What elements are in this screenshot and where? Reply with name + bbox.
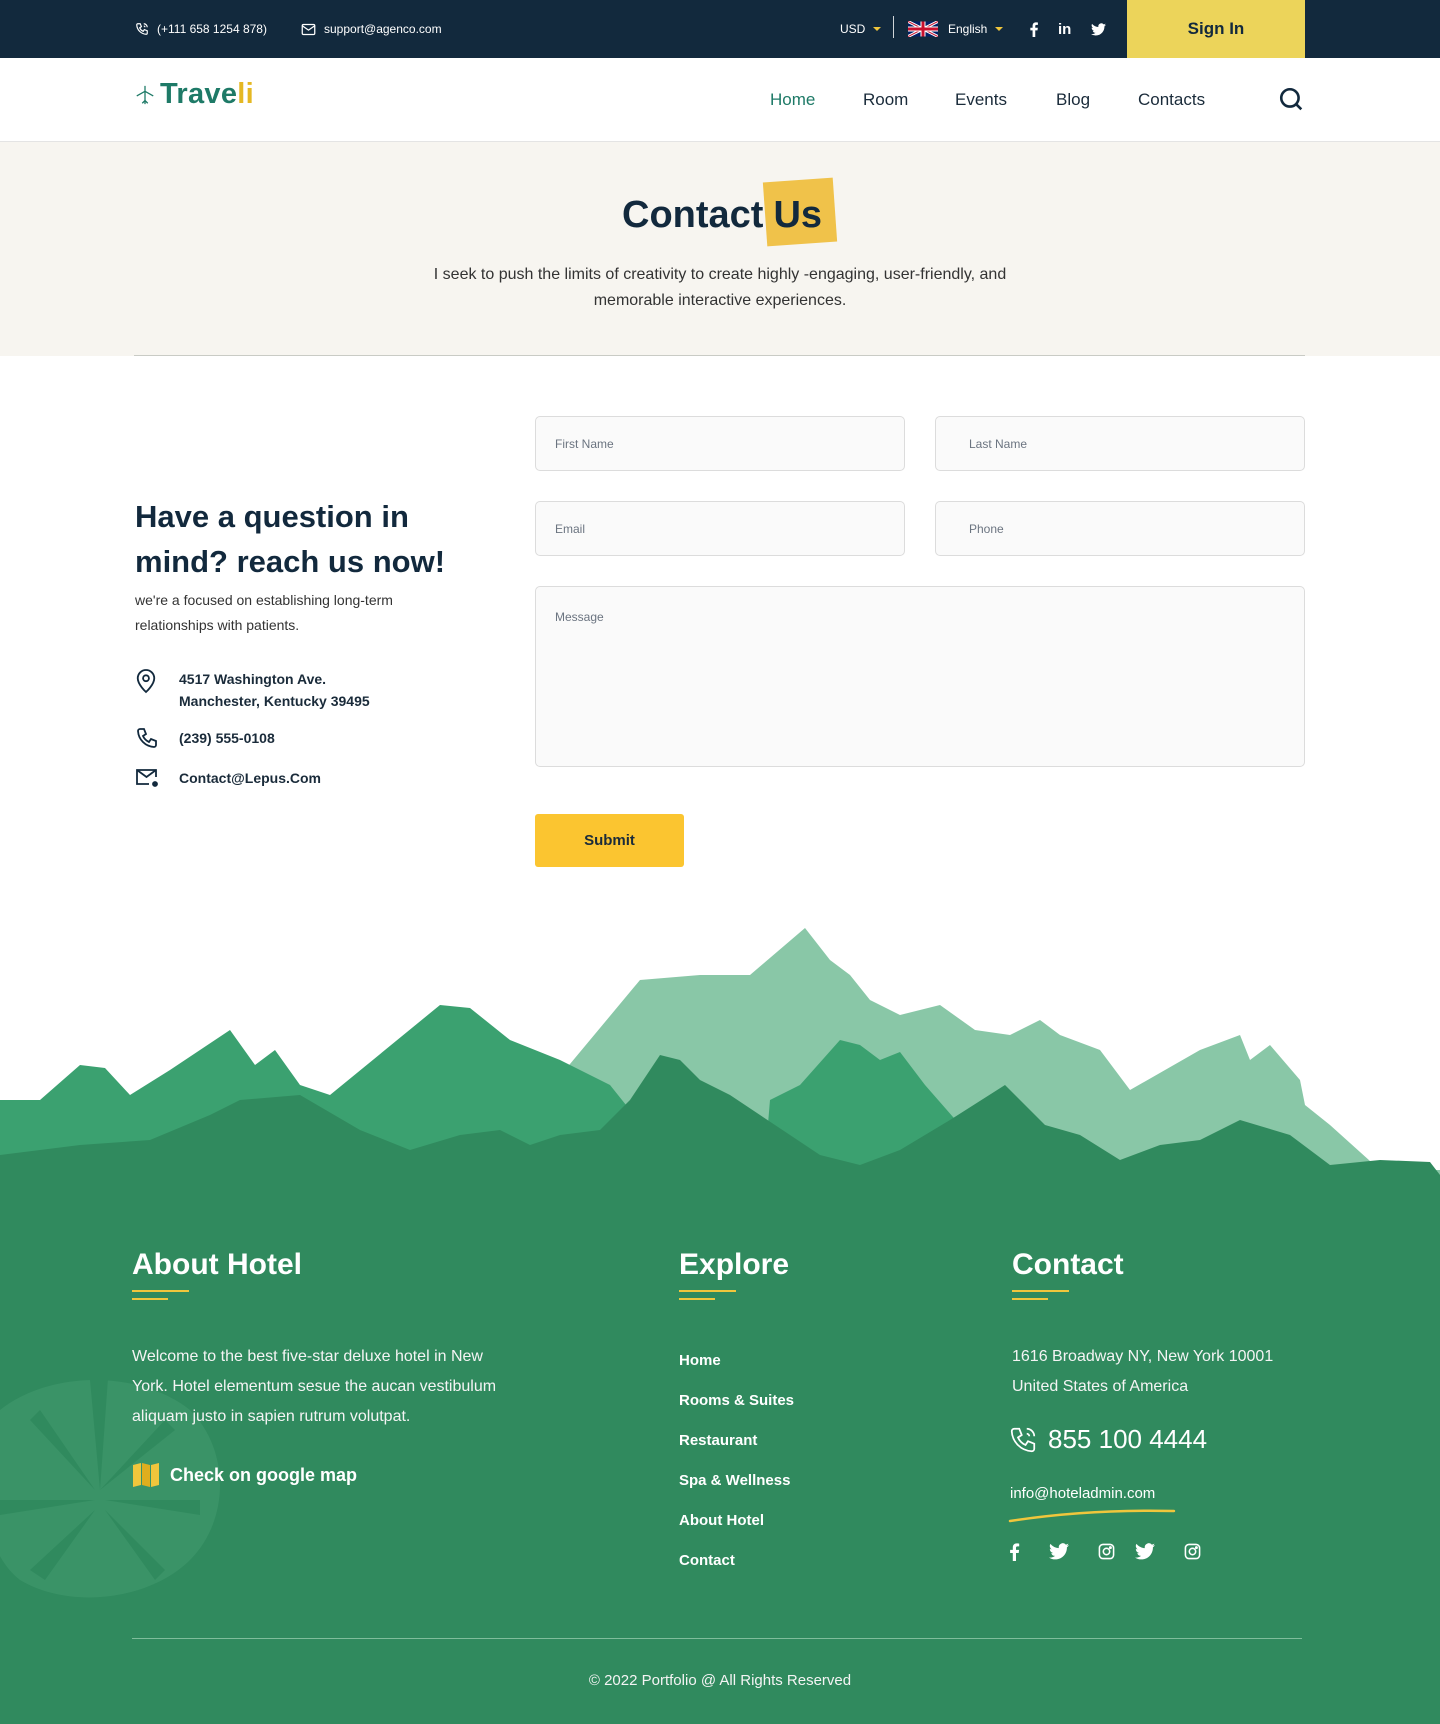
submit-button[interactable]: Submit (535, 814, 684, 867)
phone-icon (135, 727, 161, 756)
chevron-down-icon (873, 27, 882, 31)
mail-icon (135, 767, 161, 792)
topbar-phone-text: (+111 658 1254 878) (157, 22, 267, 36)
nav-contacts[interactable]: Contacts (1138, 90, 1205, 110)
contact-phone[interactable]: (239) 555-0108 (135, 727, 275, 756)
location-pin-icon (135, 668, 161, 699)
page-title: Contact Us (622, 177, 838, 247)
page-subtitle: I seek to push the limits of creativity … (433, 266, 1007, 309)
nav-blog[interactable]: Blog (1056, 90, 1090, 110)
facebook-icon[interactable] (1009, 1543, 1020, 1566)
currency-label: USD (840, 22, 866, 36)
chevron-down-icon (995, 27, 1004, 31)
footer-divider (132, 1638, 1302, 1639)
phone-field[interactable]: Phone (935, 501, 1305, 556)
mail-icon (301, 23, 316, 35)
phone-icon (136, 23, 148, 35)
email-field[interactable]: Email (535, 501, 905, 556)
title-underline (1012, 1290, 1069, 1292)
logo[interactable]: Traveli (134, 78, 254, 111)
instagram-icon[interactable] (1098, 1543, 1115, 1565)
footer-about-title: About Hotel (132, 1248, 302, 1281)
topbar-email-text: support@agenco.com (324, 22, 442, 36)
google-map-link-text: Check on google map (170, 1464, 358, 1485)
contact-email-text: Contact@Lepus.Com (179, 770, 321, 786)
instagram-icon[interactable] (1184, 1543, 1201, 1565)
footer-link-rooms[interactable]: Rooms & Suites (679, 1392, 794, 1409)
google-map-link[interactable]: Check on google map (132, 1462, 357, 1488)
topbar-email[interactable]: support@agenco.com (301, 0, 442, 58)
title-underline (679, 1298, 715, 1300)
footer-link-restaurant[interactable]: Restaurant (679, 1432, 757, 1449)
footer-contact-phone-text: 855 100 4444 (1048, 1424, 1208, 1454)
footer-about-text: Welcome to the best five-star deluxe hot… (132, 1348, 497, 1425)
page-hero (0, 142, 1440, 356)
footer-contact-address: 1616 Broadway NY, New York 10001 United … (1012, 1348, 1274, 1395)
contact-address-text: 4517 Washington Ave. Manchester, Kentuck… (179, 671, 370, 709)
first-name-field[interactable]: First Name (535, 416, 905, 471)
footer-contact-title: Contact (1012, 1248, 1124, 1281)
footer-explore-title: Explore (679, 1248, 790, 1281)
footer-link-spa[interactable]: Spa & Wellness (679, 1472, 790, 1489)
footer-link-about[interactable]: About Hotel (679, 1512, 764, 1529)
footer-link-home[interactable]: Home (679, 1352, 721, 1369)
brand-accent: li (237, 78, 255, 110)
contact-heading: Have a question in mind? reach us now! (135, 499, 446, 579)
twitter-icon[interactable] (1049, 1543, 1069, 1565)
uk-flag-icon (908, 21, 938, 37)
topbar-divider (893, 16, 894, 38)
top-bar: (+111 658 1254 878) support@agenco.com U… (0, 0, 1440, 58)
map-icon (133, 1463, 159, 1487)
footer-contact-phone[interactable]: 855 100 4444 (1008, 1424, 1207, 1455)
title-underline (679, 1290, 736, 1292)
title-underline (1012, 1298, 1048, 1300)
contact-description: we're a focused on establishing long-ter… (135, 592, 393, 633)
page-title-main: Contact (622, 194, 764, 236)
search-icon[interactable] (1278, 86, 1304, 117)
language-dropdown[interactable]: English (908, 0, 1004, 58)
footer-link-contact[interactable]: Contact (679, 1552, 735, 1569)
copyright: © 2022 Portfolio @ All Rights Reserved (588, 1672, 852, 1689)
nav-home[interactable]: Home (770, 90, 815, 110)
message-field[interactable]: Message (535, 586, 1305, 767)
brand-name: Traveli (160, 78, 254, 111)
phone-icon (1010, 1427, 1036, 1452)
contact-phone-text: (239) 555-0108 (179, 730, 275, 746)
footer-contact-email[interactable]: info@hoteladmin.com (1010, 1485, 1155, 1502)
facebook-icon[interactable] (1029, 0, 1039, 58)
title-underline (132, 1298, 168, 1300)
nav-room[interactable]: Room (863, 90, 908, 110)
currency-dropdown[interactable]: USD (840, 0, 882, 58)
title-underline (132, 1290, 189, 1292)
brand-main: Trave (160, 78, 238, 110)
airplane-icon (136, 85, 154, 104)
twitter-icon[interactable] (1135, 1543, 1155, 1565)
mountains-illustration (0, 928, 1440, 1220)
contact-address: 4517 Washington Ave. Manchester, Kentuck… (135, 668, 409, 712)
hero-divider (134, 355, 1305, 356)
twitter-icon[interactable] (1091, 0, 1106, 58)
sign-in-button[interactable]: Sign In (1127, 0, 1305, 58)
nav-events[interactable]: Events (955, 90, 1007, 110)
main-navigation: Traveli Home Room Events Blog Contacts (0, 58, 1440, 142)
page-title-highlight-text: Us (773, 194, 823, 236)
linkedin-icon[interactable]: in (1058, 0, 1071, 58)
contact-email[interactable]: Contact@Lepus.Com (135, 767, 321, 792)
swoosh-underline-icon (1008, 1509, 1176, 1523)
topbar-phone[interactable]: (+111 658 1254 878) (135, 0, 267, 58)
last-name-field[interactable]: Last Name (935, 416, 1305, 471)
linkedin-label: in (1058, 20, 1072, 38)
page-title-highlight: Us (763, 177, 838, 247)
language-label: English (948, 22, 988, 36)
